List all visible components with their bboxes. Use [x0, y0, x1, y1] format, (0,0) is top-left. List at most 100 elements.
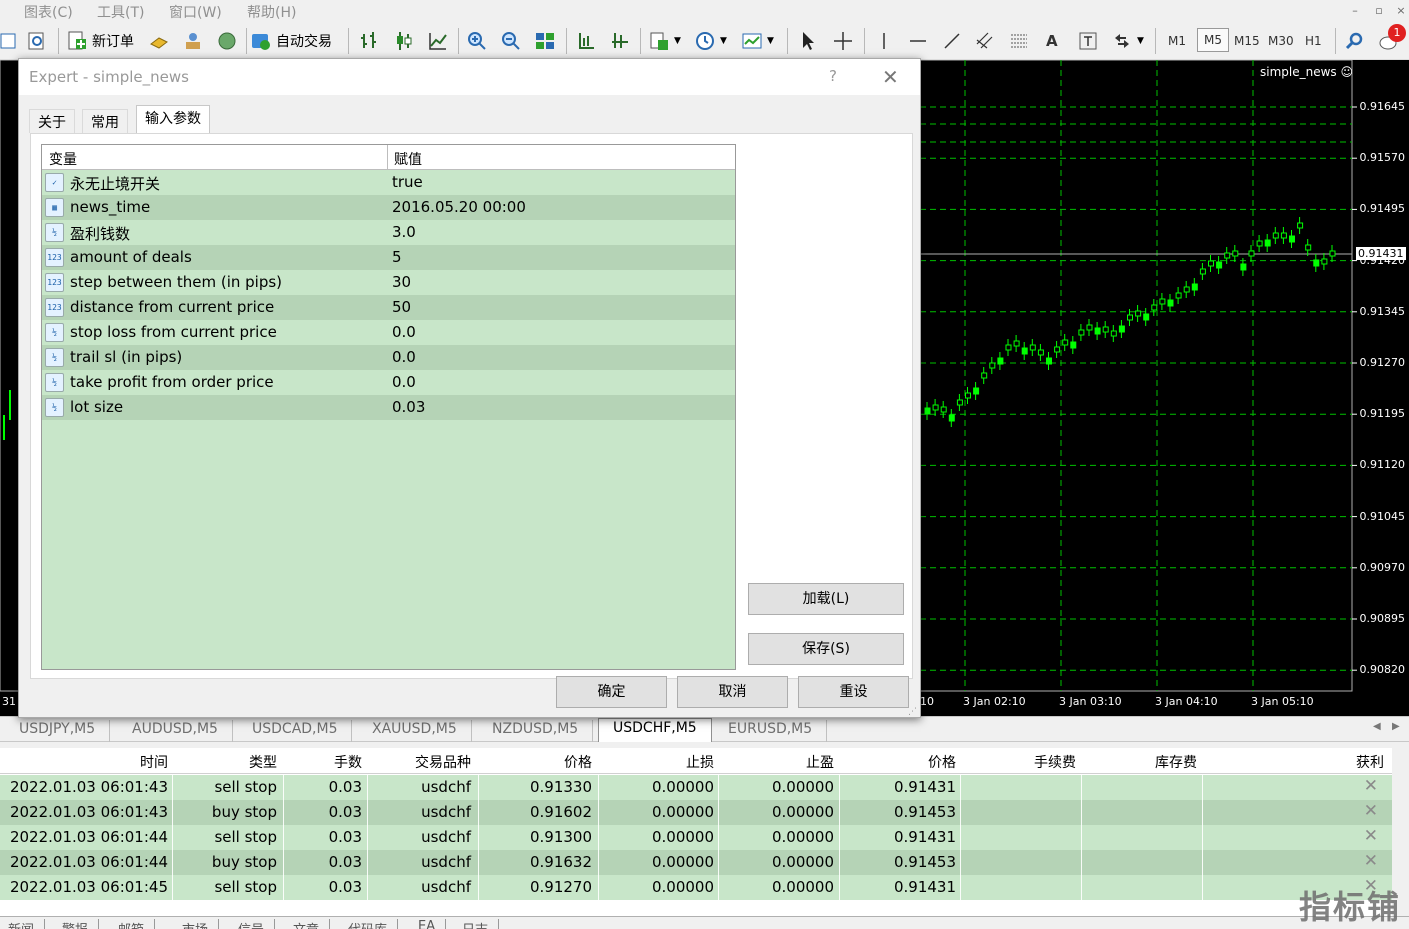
resize-grip-icon[interactable]: ⋰ [908, 707, 917, 717]
parameter-value[interactable]: 30 [392, 273, 411, 291]
notifications-button[interactable]: 1 [1378, 24, 1406, 54]
col-header-profit[interactable]: 获利 [1356, 752, 1384, 772]
table-row[interactable]: 2022.01.03 06:01:44 sell stop 0.03 usdchf 0.… [0, 825, 1392, 850]
indicators-button[interactable]: ▼ [648, 28, 681, 54]
fibonacci-tool-button[interactable] [1008, 28, 1030, 54]
tab-usdcad[interactable]: USDCAD,M5 [238, 720, 353, 742]
parameter-row[interactable]: ½ 盈利钱数 3.0 [42, 220, 735, 245]
parameter-row[interactable]: 123 distance from current price 50 [42, 295, 735, 320]
menu-chart[interactable]: 图表(C) [24, 2, 73, 22]
col-header-variable[interactable]: 变量 [49, 149, 77, 169]
tabs-scroll-right-icon[interactable]: ▶ [1392, 721, 1400, 732]
tab-articles[interactable]: 文章 [293, 919, 331, 929]
tab-audusd[interactable]: AUDUSD,M5 [118, 720, 233, 742]
timeframe-m30[interactable]: M30 [1268, 34, 1294, 48]
auto-scroll-button[interactable] [575, 28, 597, 54]
close-order-icon[interactable]: ✕ [1364, 826, 1378, 846]
col-header-commission[interactable]: 手续费 [1034, 752, 1076, 772]
chart-shift-button[interactable] [609, 28, 631, 54]
parameter-value[interactable]: 5 [392, 248, 402, 266]
navigator-button[interactable] [182, 28, 204, 54]
cancel-button[interactable]: 取消 [677, 676, 788, 708]
help-button[interactable]: ? [829, 67, 837, 85]
parameter-value[interactable]: 3.0 [392, 223, 416, 241]
save-button[interactable]: 保存(S) [748, 633, 904, 665]
col-header-swap[interactable]: 库存费 [1155, 752, 1197, 772]
parameter-value[interactable]: 50 [392, 298, 411, 316]
minimize-button[interactable]: – [1346, 3, 1364, 19]
col-header-price[interactable]: 价格 [564, 752, 592, 772]
col-header-take-profit[interactable]: 止盈 [806, 752, 834, 772]
restore-button[interactable]: ▫ [1370, 3, 1388, 19]
parameter-row[interactable]: ½ lot size 0.03 [42, 395, 735, 420]
col-header-lots[interactable]: 手数 [334, 752, 362, 772]
auto-trade-button[interactable]: 自动交易 [250, 28, 332, 54]
col-header-time[interactable]: 时间 [140, 752, 168, 772]
crosshair-tool-button[interactable] [832, 28, 854, 54]
col-header-stop-loss[interactable]: 止损 [686, 752, 714, 772]
tabs-scroll-left-icon[interactable]: ◀ [1373, 721, 1381, 732]
menu-window[interactable]: 窗口(W) [169, 2, 222, 22]
col-header-value[interactable]: 赋值 [394, 149, 422, 169]
tile-windows-button[interactable] [534, 28, 556, 54]
new-chart-button[interactable] [0, 28, 22, 54]
bar-chart-button[interactable] [358, 28, 380, 54]
text-tool-button[interactable]: A [1046, 28, 1058, 54]
terminal-button[interactable] [216, 28, 238, 54]
close-order-icon[interactable]: ✕ [1364, 801, 1378, 821]
parameter-row[interactable]: ½ stop loss from current price 0.0 [42, 320, 735, 345]
parameter-row[interactable]: ✓ 永无止境开关 true [42, 170, 735, 195]
vertical-line-tool-button[interactable] [873, 28, 895, 54]
tab-news[interactable]: 新闻 [8, 919, 46, 929]
parameter-value[interactable]: 0.0 [392, 323, 416, 341]
grid-header-divider[interactable] [387, 145, 388, 170]
channel-tool-button[interactable] [974, 28, 996, 54]
menu-help[interactable]: 帮助(H) [247, 2, 296, 22]
parameter-value[interactable]: 2016.05.20 00:00 [392, 198, 526, 216]
horizontal-line-tool-button[interactable] [907, 28, 929, 54]
parameter-value[interactable]: true [392, 173, 423, 191]
new-order-button[interactable]: 新订单 [66, 28, 134, 54]
col-header-current-price[interactable]: 价格 [928, 752, 956, 772]
tab-common[interactable]: 常用 [82, 109, 128, 133]
tab-code-base[interactable]: 代码库 [348, 919, 399, 929]
print-preview-button[interactable] [26, 28, 48, 54]
table-row[interactable]: 2022.01.03 06:01:44 buy stop 0.03 usdchf 0.9… [0, 850, 1392, 875]
parameter-value[interactable]: 0.0 [392, 373, 416, 391]
load-button[interactable]: 加载(L) [748, 583, 904, 615]
col-header-symbol[interactable]: 交易品种 [415, 752, 471, 772]
tab-usdjpy[interactable]: USDJPY,M5 [5, 720, 111, 742]
text-label-tool-button[interactable] [1077, 28, 1099, 54]
tab-ea[interactable]: EA [418, 919, 447, 929]
tab-xauusd[interactable]: XAUUSD,M5 [358, 720, 472, 742]
candlestick-button[interactable] [393, 28, 415, 54]
tab-mailbox[interactable]: 邮箱 [118, 919, 156, 929]
tab-nzdusd[interactable]: NZDUSD,M5 [478, 720, 594, 742]
table-row[interactable]: 2022.01.03 06:01:43 buy stop 0.03 usdchf 0.9… [0, 800, 1392, 825]
zoom-in-button[interactable] [466, 28, 488, 54]
tab-journal[interactable]: 日志 [462, 919, 500, 929]
timeframe-m15[interactable]: M15 [1234, 34, 1260, 48]
timeframe-h1[interactable]: H1 [1305, 34, 1322, 48]
parameter-row[interactable]: ½ take profit from order price 0.0 [42, 370, 735, 395]
templates-button[interactable]: ▼ [741, 28, 774, 54]
reset-button[interactable]: 重设 [798, 676, 909, 708]
tab-eurusd[interactable]: EURUSD,M5 [714, 720, 828, 742]
table-row[interactable]: 2022.01.03 06:01:45 sell stop 0.03 usdchf 0.… [0, 875, 1392, 900]
table-row[interactable]: 2022.01.03 06:01:43 sell stop 0.03 usdchf 0.… [0, 775, 1392, 800]
parameter-row[interactable]: ½ trail sl (in pips) 0.0 [42, 345, 735, 370]
parameter-value[interactable]: 0.0 [392, 348, 416, 366]
dialog-titlebar[interactable]: Expert - simple_news ? ✕ [19, 59, 920, 95]
timeframe-m1[interactable]: M1 [1168, 34, 1186, 48]
parameter-row[interactable]: 123 step between them (in pips) 30 [42, 270, 735, 295]
trendline-tool-button[interactable] [941, 28, 963, 54]
tab-usdchf[interactable]: USDCHF,M5 [598, 718, 712, 742]
data-window-button[interactable] [148, 28, 170, 54]
tab-market[interactable]: 市场 [182, 919, 220, 929]
parameter-value[interactable]: 0.03 [392, 398, 425, 416]
periods-button[interactable]: ▼ [694, 28, 727, 54]
arrows-tool-button[interactable]: ▼ [1111, 28, 1144, 54]
parameter-row[interactable]: 123 amount of deals 5 [42, 245, 735, 270]
search-button[interactable] [1344, 28, 1366, 54]
menu-tools[interactable]: 工具(T) [97, 2, 144, 22]
